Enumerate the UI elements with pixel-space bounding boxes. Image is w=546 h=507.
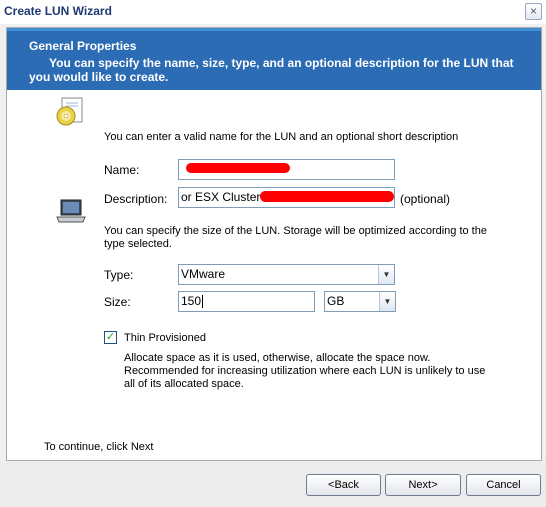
back-button[interactable]: <Back xyxy=(306,474,381,496)
laptop-icon xyxy=(56,199,86,223)
title-bar: Create LUN Wizard × xyxy=(0,0,546,24)
header-band: General Properties You can specify the n… xyxy=(7,28,541,90)
close-button[interactable]: × xyxy=(525,3,542,20)
description-label: Description: xyxy=(104,192,168,206)
text-caret xyxy=(202,295,204,309)
unit-select[interactable]: GB ▼ xyxy=(324,291,396,312)
thin-provisioned-checkbox[interactable]: ✓ xyxy=(104,331,117,344)
type-select[interactable]: VMware ▼ xyxy=(178,264,395,285)
redaction-mark xyxy=(260,191,394,202)
description-value: or ESX Cluster xyxy=(181,190,261,204)
cancel-button[interactable]: Cancel xyxy=(466,474,541,496)
page-subtitle: You can specify the name, size, type, an… xyxy=(29,56,514,84)
name-label: Name: xyxy=(104,163,140,177)
thin-provisioned-description: Allocate space as it is used, otherwise,… xyxy=(124,352,486,390)
redaction-mark xyxy=(186,163,290,173)
button-bar xyxy=(0,462,546,507)
size-section-intro: You can specify the size of the LUN. Sto… xyxy=(104,225,487,250)
chevron-down-icon[interactable]: ▼ xyxy=(378,265,394,284)
continue-hint: To continue, click Next xyxy=(44,441,154,453)
chevron-down-icon[interactable]: ▼ xyxy=(379,292,395,311)
unit-value: GB xyxy=(327,294,345,308)
size-value: 150 xyxy=(181,294,202,308)
size-label: Size: xyxy=(104,295,131,309)
window-title: Create LUN Wizard xyxy=(4,4,112,18)
next-button[interactable]: Next> xyxy=(385,474,461,496)
size-input[interactable]: 150 xyxy=(178,291,315,312)
type-value: VMware xyxy=(181,267,226,281)
type-label: Type: xyxy=(104,268,134,282)
page-title: General Properties xyxy=(29,39,137,53)
cd-disc-icon xyxy=(56,97,83,126)
thin-provisioned-label: Thin Provisioned xyxy=(124,332,206,344)
optional-note: (optional) xyxy=(400,192,451,206)
name-section-intro: You can enter a valid name for the LUN a… xyxy=(104,131,459,143)
